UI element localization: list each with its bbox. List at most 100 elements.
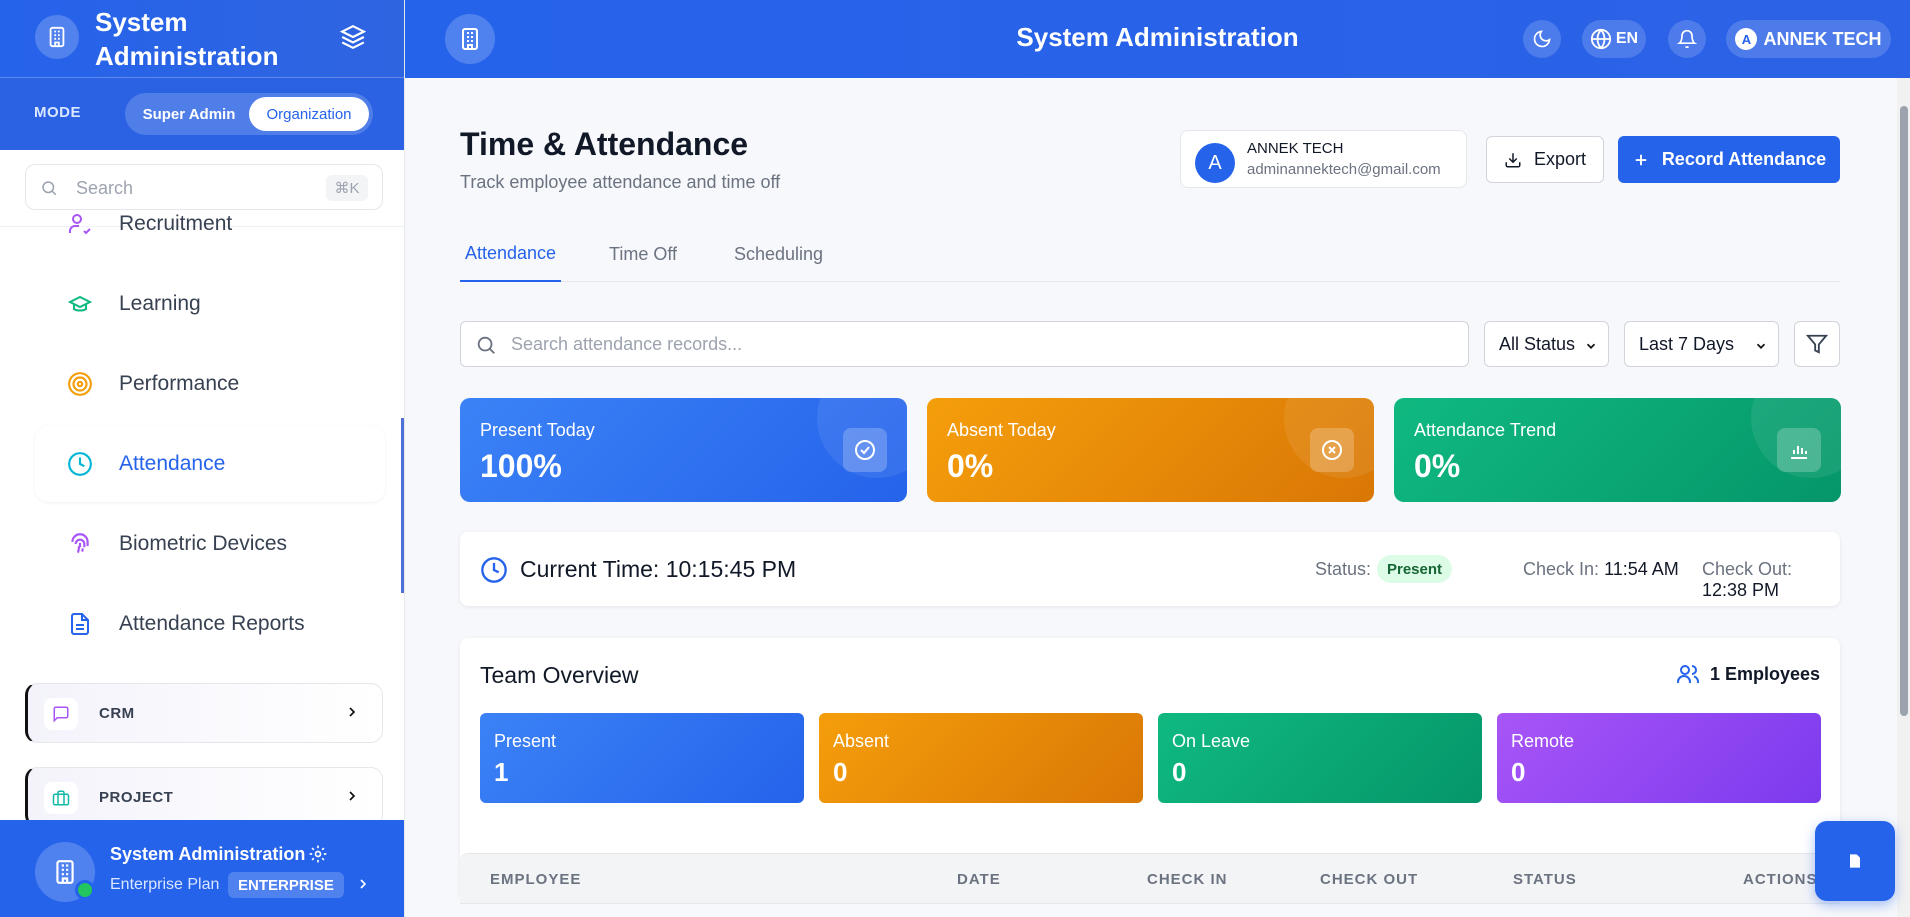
column-header-status[interactable]: STATUS — [1513, 871, 1577, 888]
sidebar: System Administration MODE Super Admin O… — [0, 0, 405, 917]
column-header-check-in[interactable]: CHECK IN — [1147, 871, 1228, 888]
team-stat-absent: Absent 0 — [819, 713, 1143, 803]
mode-label: MODE — [34, 104, 81, 121]
column-header-check-out[interactable]: CHECK OUT — [1320, 871, 1418, 888]
export-button[interactable]: Export — [1486, 136, 1604, 183]
tab-attendance[interactable]: Attendance — [460, 226, 562, 282]
moon-icon — [1533, 30, 1551, 48]
users-icon — [1676, 665, 1699, 683]
sidebar-item-label: Performance — [119, 372, 240, 395]
chevron-down-icon — [1754, 337, 1768, 358]
top-bar: System Administration EN A ANNEK TECH — [405, 0, 1910, 78]
filter-button[interactable] — [1794, 321, 1840, 367]
clock-icon — [480, 556, 508, 589]
attendance-search-input[interactable]: Search attendance records... — [460, 321, 1469, 367]
team-stat-label: Remote — [1511, 731, 1575, 751]
stat-card-attendance-trend: Attendance Trend 0% — [1394, 398, 1841, 502]
language-selector[interactable]: EN — [1582, 20, 1646, 58]
avatar: A — [1195, 143, 1235, 183]
stat-card-absent-today: Absent Today 0% — [927, 398, 1374, 502]
document-icon — [63, 612, 97, 636]
page-title: Time & Attendance — [460, 126, 749, 162]
building-icon[interactable] — [445, 14, 495, 64]
sidebar-header: System Administration — [0, 0, 404, 78]
sidebar-item-biometric-devices[interactable]: Biometric Devices — [35, 506, 385, 582]
export-label: Export — [1533, 149, 1587, 169]
footer-plan: Enterprise Plan — [110, 876, 220, 893]
tab-time-off[interactable]: Time Off — [604, 226, 682, 282]
sidebar-group-project[interactable]: PROJECT — [25, 767, 383, 827]
team-stat-label: Absent — [833, 731, 890, 751]
mode-organization-button[interactable]: Organization — [249, 97, 369, 131]
sidebar-item-attendance-reports[interactable]: Attendance Reports — [35, 586, 385, 662]
clock-icon — [63, 451, 97, 477]
download-icon — [1505, 152, 1521, 167]
chevron-right-icon — [355, 876, 371, 897]
sidebar-item-performance[interactable]: Performance — [35, 346, 385, 422]
recruitment-icon — [63, 212, 97, 236]
graduation-cap-icon — [63, 292, 97, 316]
tab-scheduling[interactable]: Scheduling — [729, 226, 828, 282]
page-subtitle: Track employee attendance and time off — [460, 172, 781, 192]
check-in-value: 11:54 AM — [1604, 559, 1679, 579]
group-label: PROJECT — [99, 789, 174, 806]
sidebar-item-label: Attendance Reports — [119, 612, 305, 635]
check-out-value: 12:38 PM — [1702, 580, 1780, 600]
attendance-table-header: EMPLOYEE DATE CHECK IN CHECK OUT STATUS … — [460, 853, 1840, 904]
notifications-button[interactable] — [1668, 20, 1706, 58]
sidebar-item-attendance[interactable]: Attendance — [35, 426, 385, 502]
user-menu-button[interactable]: A ANNEK TECH — [1726, 20, 1891, 58]
team-stat-present: Present 1 — [480, 713, 804, 803]
dark-mode-toggle[interactable] — [1523, 20, 1561, 58]
team-stat-value: 0 — [1511, 757, 1526, 787]
team-stat-value: 0 — [1172, 757, 1187, 787]
column-header-employee[interactable]: EMPLOYEE — [490, 871, 581, 888]
avatar: A — [1735, 28, 1758, 50]
employee-count: 1 Employees — [1676, 662, 1820, 686]
plus-icon — [1635, 154, 1647, 165]
check-in: Check In: 11:54 AM — [1523, 559, 1679, 579]
stat-label: Present Today — [480, 420, 595, 440]
gear-icon[interactable] — [308, 844, 328, 869]
building-icon — [35, 15, 79, 59]
target-icon — [63, 371, 97, 397]
stat-value: 0% — [947, 448, 994, 484]
mode-super-admin-button[interactable]: Super Admin — [129, 97, 249, 131]
stat-card-present-today: Present Today 100% — [460, 398, 907, 502]
briefcase-icon — [44, 782, 78, 814]
column-header-actions[interactable]: ACTIONS — [1743, 871, 1818, 888]
layers-icon[interactable] — [339, 24, 367, 55]
check-out: Check Out: 12:38 PM — [1702, 559, 1793, 600]
mode-toggle: Super Admin Organization — [125, 93, 373, 135]
user-card: A ANNEK TECH adminannektech@gmail.com — [1180, 130, 1467, 188]
status-label: Status: — [1315, 559, 1372, 579]
chevron-right-icon — [344, 788, 360, 809]
bar-chart-icon — [1777, 428, 1821, 472]
record-attendance-button[interactable]: Record Attendance — [1618, 136, 1840, 183]
sidebar-group-crm[interactable]: CRM — [25, 683, 383, 743]
scrollbar-thumb[interactable] — [1900, 106, 1908, 716]
stat-label: Absent Today — [947, 420, 1056, 440]
sidebar-footer[interactable]: System Administration Enterprise Plan EN… — [0, 820, 404, 917]
floating-action-button[interactable] — [1815, 821, 1895, 901]
search-icon — [475, 334, 497, 361]
team-stat-label: Present — [494, 731, 557, 751]
plan-badge: ENTERPRISE — [228, 872, 344, 898]
column-header-date[interactable]: DATE — [957, 871, 1001, 888]
footer-org-name: System Administration — [110, 844, 306, 864]
date-range-select[interactable]: Last 7 Days — [1624, 321, 1779, 367]
stat-label: Attendance Trend — [1414, 420, 1557, 440]
team-overview-title: Team Overview — [480, 662, 639, 688]
sidebar-item-label: Biometric Devices — [119, 532, 288, 555]
globe-icon — [1590, 28, 1611, 50]
chevron-down-icon — [1584, 337, 1598, 358]
fingerprint-icon — [63, 531, 97, 557]
team-stat-value: 0 — [833, 757, 848, 787]
online-status-dot — [75, 880, 95, 900]
bell-icon — [1677, 29, 1697, 49]
current-time: Current Time: 10:15:45 PM — [520, 556, 797, 582]
status-filter-select[interactable]: All Status — [1484, 321, 1609, 367]
sidebar-item-recruitment[interactable]: Recruitment — [35, 186, 385, 262]
chevron-right-icon — [344, 704, 360, 725]
sidebar-item-learning[interactable]: Learning — [35, 266, 385, 342]
